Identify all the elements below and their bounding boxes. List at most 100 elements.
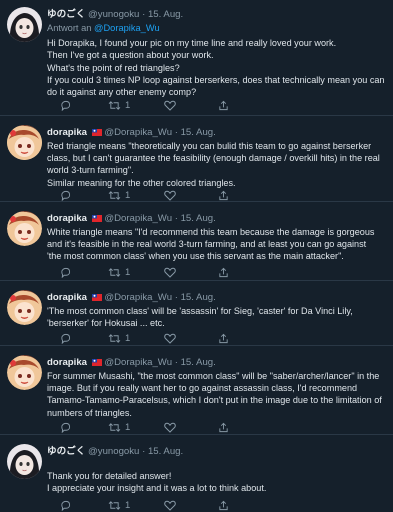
tweet-text-line: class, but I can't guarantee the feasibi… (47, 153, 380, 164)
reply-button[interactable] (60, 100, 108, 111)
tweet-text-line: do it against any other enemy comp? (47, 87, 197, 98)
tweet-text-line: If you could 3 times NP loop against ber… (47, 74, 385, 85)
tweet-text-line: White triangle means "I'd recommend this… (47, 227, 375, 237)
tweet-actions: 1 (60, 99, 229, 111)
like-button[interactable] (164, 267, 218, 278)
retweet-button[interactable]: 1 (108, 500, 164, 511)
retweet-count: 1 (125, 266, 131, 278)
author-handle[interactable]: @yunogoku (88, 9, 139, 20)
tweet-text-line: What's the point of red triangles? (47, 62, 180, 73)
retweet-button[interactable]: 1 (108, 190, 164, 201)
tweet-text-line: and it's feasible in the real world 3-tu… (47, 239, 367, 250)
tweet[interactable]: ゆのごく @yunogoku · 15. Aug. Thank you for … (0, 435, 393, 512)
reply-icon (61, 500, 71, 511)
author-handle[interactable]: @yunogoku (88, 446, 139, 457)
author-name[interactable]: dorapika (47, 292, 87, 303)
author-handle[interactable]: @Dorapika_Wu (104, 357, 172, 368)
tweet-text-line: For summer Musashi, "the most common cla… (47, 371, 380, 381)
taiwan-flag-icon (91, 215, 102, 222)
tweet-text-line: 'the most common class' when you use thi… (47, 251, 344, 262)
reply-context: Antwort an @Dorapika_Wu (47, 22, 383, 34)
author-handle[interactable]: @Dorapika_Wu (104, 127, 172, 138)
timestamp[interactable]: 15. Aug. (181, 357, 216, 368)
tweet[interactable]: dorapika @Dorapika_Wu · 15. Aug. White t… (0, 202, 393, 281)
share-button[interactable] (218, 333, 229, 344)
retweet-button[interactable]: 1 (108, 267, 164, 278)
author-name[interactable]: ゆのごく (47, 9, 85, 20)
like-button[interactable] (164, 190, 218, 201)
reply-button[interactable] (60, 333, 108, 344)
timestamp[interactable]: 15. Aug. (181, 213, 216, 224)
share-icon (219, 333, 228, 343)
share-icon (219, 100, 228, 110)
avatar[interactable] (7, 7, 42, 42)
retweet-count: 1 (125, 421, 131, 433)
tweet-text-line: Red triangle means "theoretically you ca… (47, 141, 372, 151)
share-icon (219, 190, 228, 200)
reply-button[interactable] (60, 267, 108, 278)
avatar[interactable] (7, 290, 42, 325)
retweet-button[interactable]: 1 (108, 333, 164, 344)
like-icon (164, 190, 176, 201)
tweet[interactable]: dorapika @Dorapika_Wu · 15. Aug. 'The mo… (0, 281, 393, 346)
taiwan-flag-icon (91, 294, 102, 301)
retweet-button[interactable]: 1 (108, 422, 164, 433)
tweet-text-line: image. But if you really want her to go … (47, 383, 358, 394)
retweet-icon (108, 190, 121, 200)
author-name[interactable]: dorapika (47, 127, 87, 138)
tweet-thread: ゆのごく @yunogoku · 15. Aug. Antwort an @Do… (0, 0, 393, 512)
reply-button[interactable] (60, 500, 108, 511)
retweet-button[interactable]: 1 (108, 100, 164, 111)
timestamp[interactable]: 15. Aug. (148, 446, 183, 457)
share-button[interactable] (218, 422, 229, 433)
share-button[interactable] (218, 267, 229, 278)
author-handle[interactable]: @Dorapika_Wu (104, 213, 172, 224)
like-button[interactable] (164, 500, 218, 511)
reply-button[interactable] (60, 190, 108, 201)
share-icon (219, 422, 228, 432)
retweet-count: 1 (125, 189, 131, 201)
reply-icon (61, 100, 71, 111)
retweet-icon (108, 500, 121, 510)
timestamp[interactable]: 15. Aug. (148, 9, 183, 20)
author-name[interactable]: dorapika (47, 357, 87, 368)
retweet-icon (108, 267, 121, 277)
author-handle[interactable]: @Dorapika_Wu (104, 292, 172, 303)
taiwan-flag-icon (91, 129, 102, 136)
tweet[interactable]: dorapika @Dorapika_Wu · 15. Aug. For sum… (0, 346, 393, 435)
separator: · (142, 9, 146, 20)
tweet-text-line: numbers of triangles. (47, 407, 132, 418)
avatar[interactable] (7, 444, 42, 479)
separator: · (174, 357, 178, 368)
like-button[interactable] (164, 333, 218, 344)
reply-icon (61, 267, 71, 278)
share-button[interactable] (218, 100, 229, 111)
like-button[interactable] (164, 100, 218, 111)
author-name[interactable]: ゆのごく (47, 446, 85, 457)
separator: · (174, 213, 178, 224)
tweet[interactable]: ゆのごく @yunogoku · 15. Aug. Antwort an @Do… (0, 0, 393, 116)
tweet-text-line: 'The most common class' will be 'assassi… (47, 306, 353, 316)
tweet-text-line: I appreciate your insight and it was a l… (47, 483, 267, 494)
avatar[interactable] (7, 125, 42, 160)
share-button[interactable] (218, 500, 229, 511)
avatar[interactable] (7, 211, 42, 246)
timestamp[interactable]: 15. Aug. (181, 292, 216, 303)
tweet-actions: 1 (60, 332, 229, 344)
reply-mention-link[interactable]: @Dorapika_Wu (94, 23, 160, 33)
reply-icon (61, 190, 71, 201)
reply-icon (61, 422, 71, 433)
like-icon (164, 100, 176, 111)
reply-button[interactable] (60, 422, 108, 433)
avatar[interactable] (7, 355, 42, 390)
like-icon (164, 422, 176, 433)
retweet-count: 1 (125, 99, 131, 111)
reply-icon (61, 333, 71, 344)
like-button[interactable] (164, 422, 218, 433)
share-button[interactable] (218, 190, 229, 201)
author-name[interactable]: dorapika (47, 213, 87, 224)
retweet-count: 1 (125, 499, 131, 511)
timestamp[interactable]: 15. Aug. (181, 127, 216, 138)
share-icon (219, 500, 228, 510)
tweet[interactable]: dorapika @Dorapika_Wu · 15. Aug. Red tri… (0, 116, 393, 202)
